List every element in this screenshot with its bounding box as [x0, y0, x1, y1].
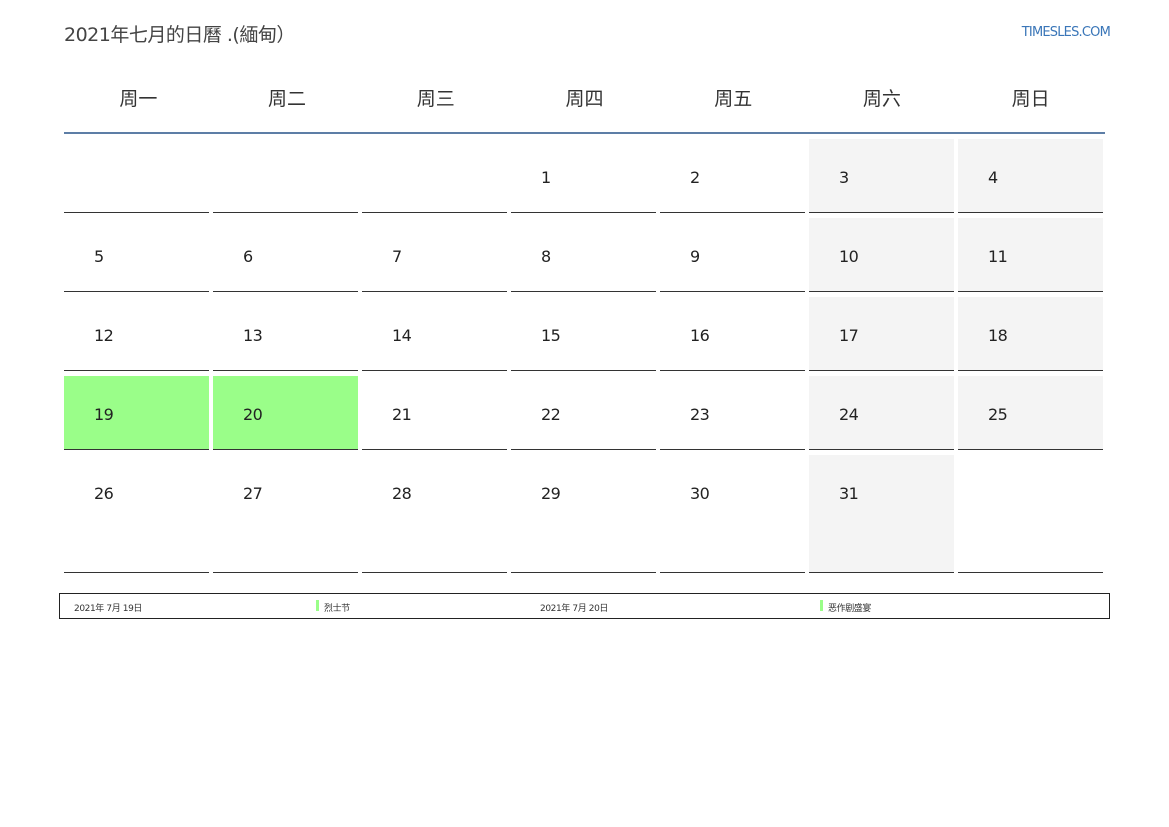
day-number: 2: [690, 168, 700, 187]
day-cell: 12: [64, 297, 209, 371]
day-number: 10: [839, 247, 859, 266]
weekday-mon: 周一: [119, 88, 158, 110]
day-number: 24: [839, 405, 859, 424]
day-cell: 7: [362, 218, 507, 292]
day-number: 4: [988, 168, 998, 187]
day-cell: 17: [809, 297, 954, 371]
day-cell: 1: [511, 139, 656, 213]
weekday-thu: 周四: [565, 88, 604, 110]
day-number: 9: [690, 247, 700, 266]
weekday-sat: 周六: [862, 88, 901, 110]
weekday-wed: 周三: [416, 88, 455, 110]
day-cell: 10: [809, 218, 954, 292]
holiday-name: 恶作剧盛宴: [820, 600, 871, 614]
brand-link[interactable]: TIMESLES.COM: [1022, 25, 1111, 40]
day-number: 17: [839, 326, 859, 345]
day-number: 6: [243, 247, 253, 266]
day-cell: 11: [958, 218, 1103, 292]
day-cell: 23: [660, 376, 805, 450]
day-cell: 18: [958, 297, 1103, 371]
holiday-date: 2021年 7月 20日: [540, 604, 609, 614]
day-number: 5: [94, 247, 104, 266]
empty-day-cell: [64, 139, 209, 213]
day-cell: 30: [660, 455, 805, 573]
day-number: 21: [392, 405, 412, 424]
calendar-week: 1 2 3 4: [64, 139, 1109, 213]
day-number: 19: [94, 405, 114, 424]
calendar-grid: 1 2 3 4 5 6 7 8 9 10 11 12 13 14 15 16 17 18 19 20 21 22 23 24 2…: [64, 139, 1109, 578]
day-number: 25: [988, 405, 1008, 424]
calendar-week: 5 6 7 8 9 10 11: [64, 218, 1109, 292]
day-cell: 28: [362, 455, 507, 573]
day-number: 7: [392, 247, 402, 266]
day-cell: 13: [213, 297, 358, 371]
day-number: 30: [690, 484, 710, 503]
day-number: 16: [690, 326, 710, 345]
day-number: 26: [94, 484, 114, 503]
day-number: 15: [541, 326, 561, 345]
day-cell: 27: [213, 455, 358, 573]
holiday-date: 2021年 7月 19日: [74, 604, 143, 614]
empty-day-cell: [958, 455, 1103, 573]
day-cell: 2: [660, 139, 805, 213]
calendar-week: 12 13 14 15 16 17 18: [64, 297, 1109, 371]
day-cell: 14: [362, 297, 507, 371]
day-number: 14: [392, 326, 412, 345]
day-number: 23: [690, 405, 710, 424]
holiday-list: 2021年 7月 19日 烈士节 2021年 7月 20日 恶作剧盛宴: [59, 593, 1110, 619]
page-title: 2021年七月的日曆 .(緬甸）: [64, 24, 295, 46]
holiday-name: 烈士节: [316, 600, 350, 614]
day-cell: 6: [213, 218, 358, 292]
day-cell: 24: [809, 376, 954, 450]
day-cell: 16: [660, 297, 805, 371]
day-cell: 9: [660, 218, 805, 292]
calendar-week: 26 27 28 29 30 31: [64, 455, 1109, 573]
day-number: 3: [839, 168, 849, 187]
day-number: 1: [541, 168, 551, 187]
day-number: 28: [392, 484, 412, 503]
weekday-fri: 周五: [714, 88, 753, 110]
day-cell: 21: [362, 376, 507, 450]
weekday-header: 周一 周二 周三 周四 周五 周六 周日: [64, 82, 1105, 134]
day-number: 11: [988, 247, 1008, 266]
day-number: 22: [541, 405, 561, 424]
day-cell: 20: [213, 376, 358, 450]
day-cell: 29: [511, 455, 656, 573]
day-cell: 5: [64, 218, 209, 292]
day-number: 12: [94, 326, 114, 345]
day-cell: 19: [64, 376, 209, 450]
calendar-week: 19 20 21 22 23 24 25: [64, 376, 1109, 450]
weekday-sun: 周日: [1011, 88, 1050, 110]
day-number: 13: [243, 326, 263, 345]
day-cell: 25: [958, 376, 1103, 450]
day-cell: 8: [511, 218, 656, 292]
day-cell: 22: [511, 376, 656, 450]
day-cell: 26: [64, 455, 209, 573]
day-number: 20: [243, 405, 263, 424]
day-number: 31: [839, 484, 859, 503]
weekday-tue: 周二: [268, 88, 307, 110]
day-number: 8: [541, 247, 551, 266]
empty-day-cell: [362, 139, 507, 213]
day-cell: 4: [958, 139, 1103, 213]
day-number: 18: [988, 326, 1008, 345]
day-cell: 15: [511, 297, 656, 371]
day-cell: 3: [809, 139, 954, 213]
day-number: 27: [243, 484, 263, 503]
day-cell: 31: [809, 455, 954, 573]
day-number: 29: [541, 484, 561, 503]
empty-day-cell: [213, 139, 358, 213]
